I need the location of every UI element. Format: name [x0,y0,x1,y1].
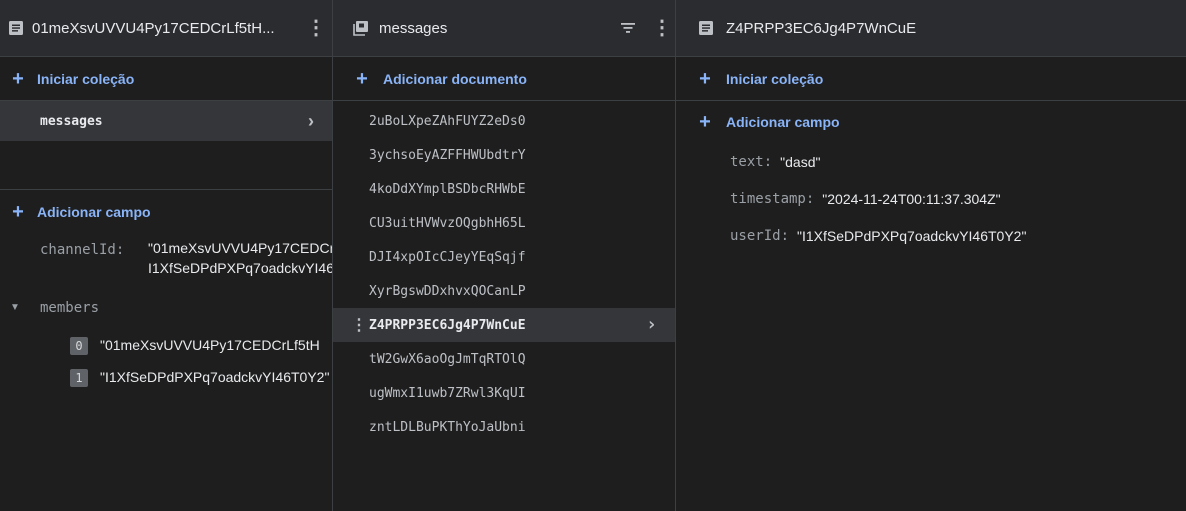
more-vert-icon[interactable]: ⋮ [306,18,326,38]
field-key: channelId: [40,242,125,258]
start-collection-button[interactable]: + Iniciar coleção [0,57,332,101]
firestore-data-viewer: 01meXsvUVVU4Py17CEDCrLf5tH... ⋮ + Inicia… [0,0,1186,511]
array-item[interactable]: 1 "I1XfSeDPdPXPq7oadckvYI46T0Y2" [0,364,332,400]
array-index-badge: 1 [70,369,88,387]
collection-icon [353,21,368,36]
array-item-value: "I1XfSeDPdPXPq7oadckvYI46T0Y2" [100,369,330,385]
more-vert-icon[interactable]: ⋮ [652,18,672,38]
plus-icon: + [699,67,711,90]
field-value: "2024-11-24T00:11:37.304Z" [822,190,1001,207]
document-id: zntLDLBuPKThYoJaUbni [369,419,526,435]
field-channelid[interactable]: channelId: "01meXsvUVVU4Py17CEDCrLf5tH I… [0,234,332,294]
document-id: CU3uitHVWvzOQgbhH65L [369,215,526,231]
field-key: userId: [730,227,790,244]
plus-icon: + [12,67,24,90]
field-members[interactable]: ▼ members [0,294,332,328]
document-list-item[interactable]: 2uBoLXpeZAhFUYZ2eDs0 [333,104,675,138]
add-field-button[interactable]: + Adicionar campo [0,190,332,234]
start-collection-label: Iniciar coleção [37,70,135,87]
add-field-button[interactable]: + Adicionar campo [676,101,1186,143]
collection-panel: messages ⋮ + Adicionar documento 2uBoLXp… [333,0,676,511]
document-panel: Z4PRPP3EC6Jg4P7WnCuE + Iniciar coleção +… [676,0,1186,511]
document-icon [9,21,23,35]
document-list-item[interactable]: XyrBgswDDxhvxQOCanLP [333,274,675,308]
add-field-label: Adicionar campo [37,204,151,220]
chevron-right-icon: › [308,110,314,131]
field-key: text: [730,153,773,170]
start-collection-button[interactable]: + Iniciar coleção [676,57,1186,101]
collection-item-messages[interactable]: messages › [0,101,332,141]
field-key: timestamp: [730,190,815,207]
document-id: DJI4xpOIcCJeyYEqSqjf [369,249,526,265]
document-list-item[interactable]: DJI4xpOIcCJeyYEqSqjf [333,240,675,274]
document-list-item[interactable]: CU3uitHVWvzOQgbhH65L [333,206,675,240]
collection-name: messages [40,113,103,129]
collections-spacer [0,141,332,190]
field-value: "dasd" [780,153,821,170]
panel-title: messages [379,19,448,37]
document-id: ugWmxI1uwb7ZRwl3KqUI [369,385,526,401]
document-list-item[interactable]: 4koDdXYmplBSDbcRHWbE [333,172,675,206]
panel-header: 01meXsvUVVU4Py17CEDCrLf5tH... ⋮ [0,0,332,57]
panel-header: messages ⋮ [333,0,675,57]
collapse-arrow-icon[interactable]: ▼ [10,302,20,313]
field-timestamp[interactable]: timestamp: "2024-11-24T00:11:37.304Z" [730,180,1186,217]
document-id: 2uBoLXpeZAhFUYZ2eDs0 [369,113,526,129]
plus-icon: + [12,201,24,223]
panel-title: Z4PRPP3EC6Jg4P7WnCuE [726,19,917,37]
array-index-badge: 0 [70,337,88,355]
field-text[interactable]: text: "dasd" [730,143,1186,180]
field-value-line1: "01meXsvUVVU4Py17CEDCrLf5tH [148,240,332,256]
document-icon [699,21,713,35]
document-list-item[interactable]: 3ychsoEyAZFFHWUbdtrY [333,138,675,172]
document-list-item[interactable]: ⋮ Z4PRPP3EC6Jg4P7WnCuE › [333,308,675,342]
drag-handle-icon[interactable]: ⋮ [351,315,367,334]
panel-title: 01meXsvUVVU4Py17CEDCrLf5tH... [32,19,275,37]
chevron-right-icon: › [646,314,657,335]
add-document-label: Adicionar documento [383,70,527,87]
document-id: 3ychsoEyAZFFHWUbdtrY [369,147,526,163]
plus-icon: + [356,67,368,90]
array-item-value: "01meXsvUVVU4Py17CEDCrLf5tH [100,337,320,353]
plus-icon: + [699,111,711,133]
field-userid[interactable]: userId: "I1XfSeDPdPXPq7oadckvYI46T0Y2" [730,217,1186,254]
add-field-label: Adicionar campo [726,114,840,130]
document-list-item[interactable]: ugWmxI1uwb7ZRwl3KqUI [333,376,675,410]
field-value: "I1XfSeDPdPXPq7oadckvYI46T0Y2" [797,227,1027,244]
document-id: tW2GwX6aoOgJmTqRTOlQ [369,351,526,367]
document-list: 2uBoLXpeZAhFUYZ2eDs0 3ychsoEyAZFFHWUbdtrY… [333,101,675,444]
document-id: 4koDdXYmplBSDbcRHWbE [369,181,526,197]
start-collection-label: Iniciar coleção [726,70,824,87]
panel-header: Z4PRPP3EC6Jg4P7WnCuE [676,0,1186,57]
field-key: members [40,300,100,316]
add-document-button[interactable]: + Adicionar documento [333,57,675,101]
field-list: text: "dasd" timestamp: "2024-11-24T00:1… [676,143,1186,254]
document-list-item[interactable]: zntLDLBuPKThYoJaUbni [333,410,675,444]
document-panel-parent: 01meXsvUVVU4Py17CEDCrLf5tH... ⋮ + Inicia… [0,0,333,511]
document-list-item[interactable]: tW2GwX6aoOgJmTqRTOlQ [333,342,675,376]
document-id: XyrBgswDDxhvxQOCanLP [369,283,526,299]
array-item[interactable]: 0 "01meXsvUVVU4Py17CEDCrLf5tH [0,328,332,364]
field-value-line2: I1XfSeDPdPXPq7oadckvYI46T0Y2" [148,260,332,276]
filter-icon[interactable] [620,21,636,35]
document-id: Z4PRPP3EC6Jg4P7WnCuE [369,317,526,333]
